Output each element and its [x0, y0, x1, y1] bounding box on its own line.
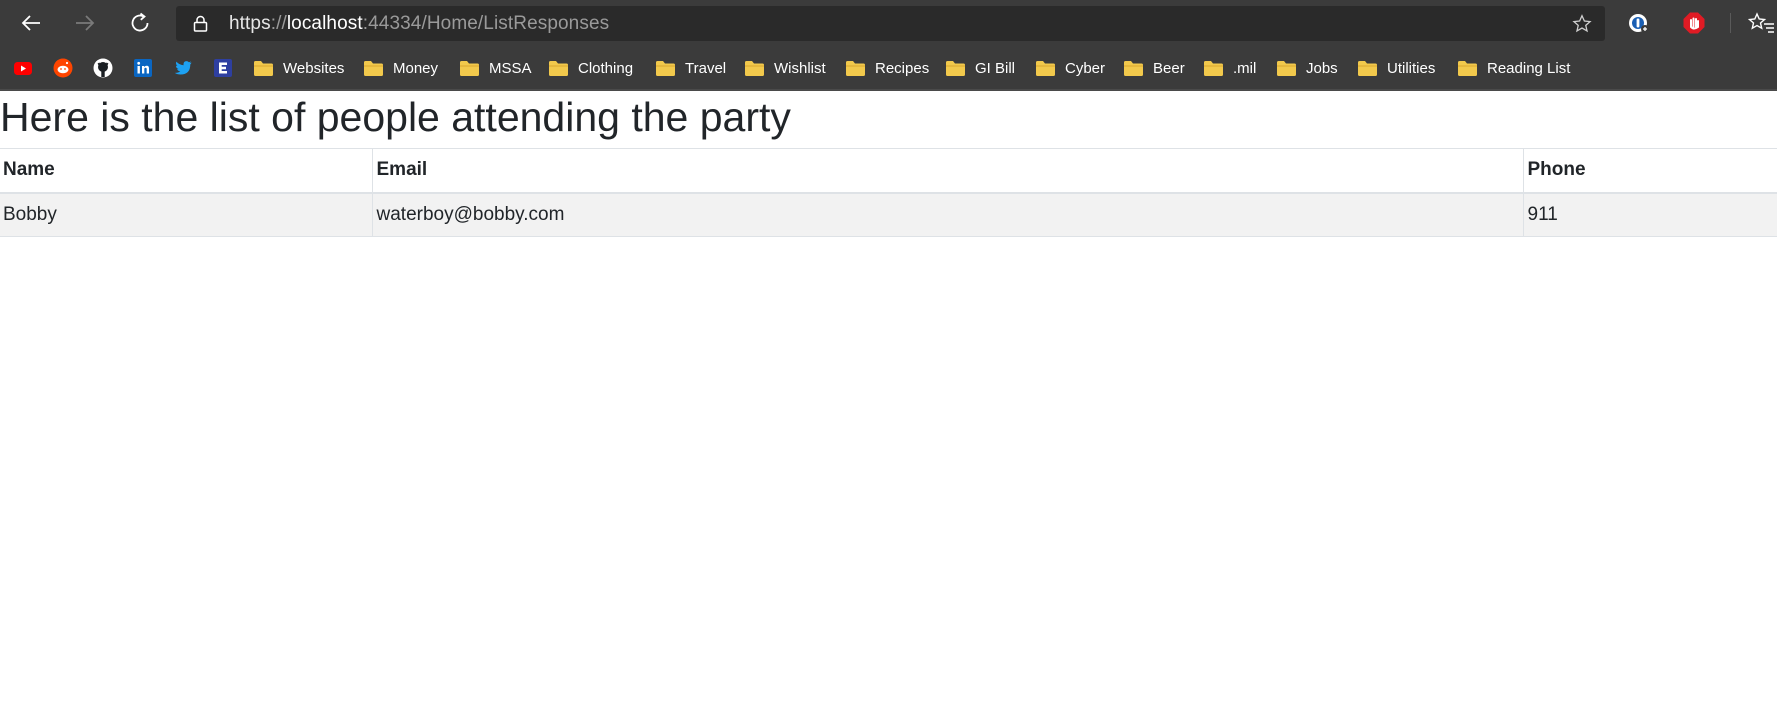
bookmark-folder-jobs[interactable]: Jobs — [1276, 56, 1338, 80]
bookmark-folder-utilities[interactable]: Utilities — [1357, 56, 1435, 80]
bookmark-github[interactable] — [92, 57, 114, 79]
bookmark-folder-clothing[interactable]: Clothing — [548, 56, 633, 80]
folder-icon — [1124, 60, 1143, 76]
responses-table: Name Email Phone Bobby waterboy@bobby.co… — [0, 148, 1777, 237]
bookmark-e[interactable] — [212, 57, 234, 79]
folder-icon — [946, 60, 965, 76]
table-header-row: Name Email Phone — [0, 148, 1777, 194]
bookmark-folder-label: GI Bill — [975, 59, 1016, 77]
twitter-icon — [174, 61, 192, 75]
column-header-name: Name — [0, 148, 372, 194]
cell-name: Bobby — [0, 192, 372, 237]
folder-icon — [1358, 60, 1377, 76]
folder-icon — [1204, 60, 1223, 76]
bookmark-folder-beer[interactable]: Beer — [1123, 56, 1185, 80]
url-separator: :// — [270, 13, 287, 34]
folder-icon — [656, 60, 675, 76]
bookmark-folder-label: Beer — [1153, 59, 1185, 77]
refresh-icon — [131, 12, 149, 32]
bookmark-folder-mil[interactable]: .mil — [1203, 56, 1256, 80]
url-host: localhost — [286, 13, 363, 34]
lock-icon[interactable] — [192, 15, 209, 32]
column-header-email: Email — [371, 148, 1523, 194]
bookmark-folder-wishlist[interactable]: Wishlist — [744, 56, 826, 80]
back-button[interactable] — [14, 7, 48, 39]
arrow-left-icon — [21, 15, 40, 31]
youtube-icon — [14, 62, 32, 75]
folder-icon — [460, 60, 479, 76]
refresh-button[interactable] — [123, 7, 157, 39]
toolbar-divider — [1730, 13, 1731, 33]
folder-icon — [1277, 60, 1296, 76]
cell-phone: 911 — [1522, 192, 1777, 237]
folder-icon — [745, 60, 764, 76]
github-icon — [93, 58, 113, 78]
bookmarks-bar: Websites Money MSSA Clothing Travel Wish… — [0, 46, 1777, 91]
folder-icon — [364, 60, 383, 76]
bookmark-folder-label: Clothing — [578, 59, 634, 77]
forward-button[interactable] — [68, 7, 102, 39]
bookmark-folder-reading-list[interactable]: Reading List — [1457, 56, 1570, 80]
page-title: Here is the list of people attending the… — [0, 94, 791, 140]
bookmark-folder-label: Websites — [283, 59, 345, 77]
bookmark-linkedin[interactable] — [132, 57, 154, 79]
bookmark-folder-recipes[interactable]: Recipes — [845, 56, 929, 80]
bookmark-folder-mssa[interactable]: MSSA — [459, 56, 532, 80]
linkedin-icon — [134, 59, 152, 77]
url-scheme: https — [229, 13, 271, 34]
arrow-right-icon — [76, 15, 95, 31]
bookmark-folder-label: Jobs — [1306, 59, 1338, 77]
bookmark-folder-label: Utilities — [1387, 59, 1436, 77]
bookmark-folder-label: MSSA — [489, 59, 532, 77]
reddit-icon — [53, 58, 73, 78]
password-manager-icon[interactable] — [1627, 11, 1651, 35]
bookmark-folder-cyber[interactable]: Cyber — [1035, 56, 1105, 80]
bookmark-folder-gi-bill[interactable]: GI Bill — [945, 56, 1015, 80]
url-text[interactable]: https://localhost:44334/Home/ListRespons… — [229, 13, 609, 35]
bookmark-folder-label: Cyber — [1065, 59, 1106, 77]
bookmark-reddit[interactable] — [52, 57, 74, 79]
folder-icon — [846, 60, 865, 76]
favorites-icon[interactable] — [1748, 11, 1774, 35]
e-icon — [214, 59, 232, 77]
page-content: Here is the list of people attending the… — [0, 91, 1777, 712]
bookmark-folder-label: Reading List — [1487, 59, 1571, 77]
cell-email: waterboy@bobby.com — [371, 192, 1523, 237]
column-header-phone: Phone — [1522, 148, 1777, 194]
bookmark-youtube[interactable] — [12, 57, 34, 79]
bookmark-twitter[interactable] — [172, 57, 194, 79]
folder-icon — [1036, 60, 1055, 76]
bookmark-folder-label: Travel — [685, 59, 727, 77]
bookmark-folder-label: Wishlist — [774, 59, 826, 77]
bookmark-folder-label: Recipes — [875, 59, 930, 77]
adblock-icon[interactable] — [1682, 11, 1706, 35]
bookmark-folder-travel[interactable]: Travel — [655, 56, 726, 80]
address-bar[interactable]: https://localhost:44334/Home/ListRespons… — [176, 6, 1605, 41]
folder-icon — [254, 60, 273, 76]
bookmark-folder-money[interactable]: Money — [363, 56, 438, 80]
table-row: Bobby waterboy@bobby.com 911 — [0, 192, 1777, 237]
folder-icon — [1458, 60, 1477, 76]
folder-icon — [549, 60, 568, 76]
bookmark-folder-label: .mil — [1233, 59, 1257, 77]
browser-toolbar: https://localhost:44334/Home/ListRespons… — [0, 0, 1777, 46]
bookmark-folder-label: Money — [393, 59, 439, 77]
star-icon[interactable] — [1571, 13, 1593, 35]
url-path: :44334/Home/ListResponses — [362, 13, 610, 34]
bookmark-folder-websites[interactable]: Websites — [253, 56, 344, 80]
